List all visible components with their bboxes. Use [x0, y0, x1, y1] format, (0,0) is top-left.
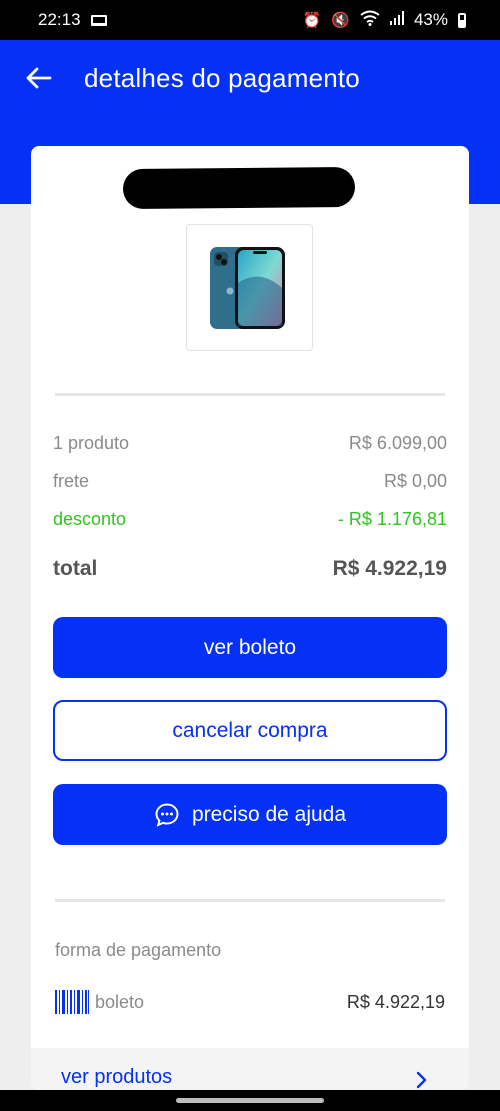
- discount-value: - R$ 1.176,81: [337, 509, 447, 529]
- product-image: [186, 224, 313, 351]
- home-gesture-handle[interactable]: [176, 1098, 324, 1103]
- status-bar: 22:13 ⏰ 🔇 43%: [0, 0, 500, 40]
- arrow-left-icon: [26, 67, 52, 89]
- discount-row: desconto - R$ 1.176,81: [53, 509, 447, 530]
- view-products-link[interactable]: ver produtos: [31, 1048, 469, 1090]
- payment-method-row: boleto R$ 4.922,19: [55, 988, 445, 1016]
- payment-method-name: boleto: [95, 991, 145, 1012]
- battery-percent: 43%: [413, 10, 448, 29]
- view-boleto-button[interactable]: ver boleto: [53, 617, 447, 678]
- total-row: total R$ 4.922,19: [53, 557, 447, 581]
- payment-amount: R$ 4.922,19: [346, 991, 445, 1012]
- view-boleto-label: ver boleto: [203, 635, 297, 659]
- back-button[interactable]: [14, 53, 64, 103]
- shipping-value: R$ 0,00: [383, 471, 447, 491]
- payment-method-label: forma de pagamento: [55, 940, 222, 960]
- laptop-icon: [90, 14, 107, 26]
- divider-top: [55, 393, 445, 396]
- redacted-product-name: [122, 166, 356, 210]
- view-products-label: ver produtos: [61, 1066, 173, 1088]
- wifi-icon: [360, 10, 380, 31]
- products-row: 1 produto R$ 6.099,00: [53, 433, 447, 454]
- cancel-purchase-button[interactable]: cancelar compra: [53, 700, 447, 761]
- shipping-row: frete R$ 0,00: [53, 471, 447, 492]
- chat-bubble-icon: [155, 802, 179, 827]
- signal-icon: [389, 10, 404, 30]
- payment-details-card: 1 produto R$ 6.099,00 frete R$ 0,00 desc…: [31, 146, 469, 1090]
- alarm-icon: ⏰: [302, 12, 322, 29]
- products-value: R$ 6.099,00: [348, 433, 447, 453]
- shipping-label: frete: [53, 471, 90, 491]
- top-app-bar: detalhes do pagamento: [0, 40, 500, 116]
- iphone-image: [209, 246, 285, 329]
- total-label: total: [53, 557, 98, 580]
- cancel-purchase-label: cancelar compra: [172, 718, 328, 742]
- need-help-label: preciso de ajuda: [191, 802, 347, 826]
- mute-icon: 🔇: [331, 12, 350, 29]
- divider-bottom: [55, 899, 445, 902]
- page-title: detalhes do pagamento: [84, 62, 360, 93]
- status-time: 22:13: [38, 10, 81, 29]
- system-navigation-bar: [0, 1090, 500, 1111]
- barcode-icon: [55, 990, 89, 1014]
- discount-label: desconto: [53, 509, 127, 529]
- total-value: R$ 4.922,19: [332, 557, 447, 580]
- chevron-right-icon: [416, 1071, 427, 1089]
- need-help-button[interactable]: preciso de ajuda: [53, 784, 447, 845]
- products-label: 1 produto: [53, 433, 130, 453]
- battery-icon: [458, 12, 466, 28]
